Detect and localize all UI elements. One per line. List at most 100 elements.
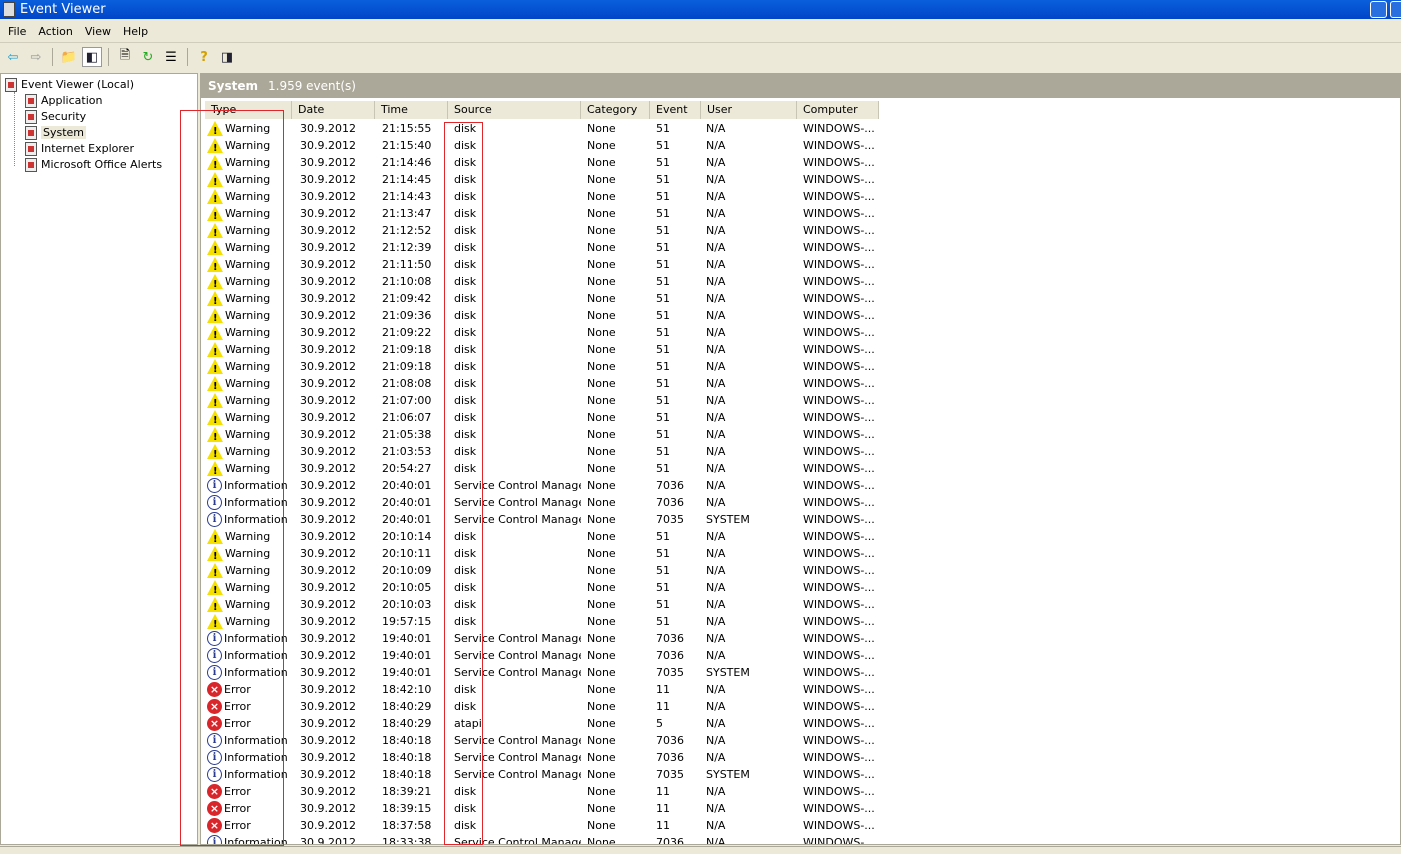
cell-category: None bbox=[587, 292, 616, 305]
cell-type: Warning bbox=[205, 120, 292, 137]
column-header-date[interactable]: Date bbox=[292, 101, 375, 119]
table-row[interactable]: i Information 30.9.2012 20:40:01 Service Con… bbox=[205, 494, 879, 511]
table-row[interactable]: i Information 30.9.2012 18:40:18 Service Con… bbox=[205, 749, 879, 766]
info-icon: i bbox=[207, 733, 222, 748]
back-icon[interactable]: ⇦ bbox=[3, 47, 23, 67]
table-row[interactable]: i Information 30.9.2012 18:40:18 Service Con… bbox=[205, 766, 879, 783]
table-row[interactable]: Warning 30.9.2012 19:57:15 disk None 51 N/A WIN… bbox=[205, 613, 879, 630]
tree-root[interactable]: Event Viewer (Local) bbox=[5, 77, 134, 93]
cell-computer: WINDOWS-... bbox=[803, 666, 875, 679]
type-label: Warning bbox=[225, 411, 271, 424]
table-row[interactable]: Warning 30.9.2012 21:12:39 disk None 51 N/A WIN… bbox=[205, 239, 879, 256]
column-header-time[interactable]: Time bbox=[375, 101, 448, 119]
show-hide-action-pane-icon[interactable]: ◨ bbox=[217, 47, 237, 67]
column-header-category[interactable]: Category bbox=[581, 101, 650, 119]
export-list-icon[interactable]: ☰ bbox=[161, 47, 181, 67]
cell-time: 21:03:53 bbox=[382, 445, 432, 458]
table-row[interactable]: Warning 30.9.2012 21:14:43 disk None 51 N/A WIN… bbox=[205, 188, 879, 205]
cell-source: Service Control Manager bbox=[454, 479, 581, 492]
table-row[interactable]: Warning 30.9.2012 21:09:36 disk None 51 N/A WIN… bbox=[205, 307, 879, 324]
column-header-source[interactable]: Source bbox=[448, 101, 581, 119]
table-row[interactable]: Warning 30.9.2012 21:07:00 disk None 51 N/A WIN… bbox=[205, 392, 879, 409]
table-row[interactable]: i Information 30.9.2012 19:40:01 Service Con… bbox=[205, 664, 879, 681]
table-row[interactable]: Warning 30.9.2012 21:09:22 disk None 51 N/A WIN… bbox=[205, 324, 879, 341]
table-row[interactable]: i Information 30.9.2012 18:40:18 Service Con… bbox=[205, 732, 879, 749]
cell-time: 21:12:39 bbox=[382, 241, 432, 254]
cell-time: 20:10:05 bbox=[382, 581, 432, 594]
warning-icon bbox=[207, 529, 223, 545]
cell-type: Warning bbox=[205, 154, 292, 171]
maximize-button[interactable] bbox=[1390, 1, 1401, 18]
menu-help[interactable]: Help bbox=[117, 21, 154, 42]
table-row[interactable]: Warning 30.9.2012 20:10:09 disk None 51 N/A WIN… bbox=[205, 562, 879, 579]
table-row[interactable]: Warning 30.9.2012 21:05:38 disk None 51 N/A WIN… bbox=[205, 426, 879, 443]
table-row[interactable]: × Error 30.9.2012 18:40:29 atapi None 5 N/A WIND… bbox=[205, 715, 879, 732]
table-row[interactable]: i Information 30.9.2012 20:40:01 Service Con… bbox=[205, 511, 879, 528]
cell-source: disk bbox=[454, 377, 477, 390]
cell-time: 20:10:11 bbox=[382, 547, 432, 560]
menu-action[interactable]: Action bbox=[32, 21, 78, 42]
table-row[interactable]: Warning 30.9.2012 21:03:53 disk None 51 N/A WIN… bbox=[205, 443, 879, 460]
type-label: Error bbox=[224, 819, 251, 832]
table-row[interactable]: i Information 30.9.2012 19:40:01 Service Con… bbox=[205, 630, 879, 647]
table-row[interactable]: × Error 30.9.2012 18:42:10 disk None 11 N/A WIND… bbox=[205, 681, 879, 698]
table-row[interactable]: Warning 30.9.2012 21:14:45 disk None 51 N/A WIN… bbox=[205, 171, 879, 188]
cell-type: × Error bbox=[205, 681, 292, 698]
cell-computer: WINDOWS-... bbox=[803, 139, 875, 152]
type-label: Warning bbox=[225, 139, 271, 152]
table-row[interactable]: i Information 30.9.2012 18:33:38 Service Con… bbox=[205, 834, 879, 844]
table-row[interactable]: × Error 30.9.2012 18:39:15 disk None 11 N/A WIND… bbox=[205, 800, 879, 817]
column-header-type[interactable]: Type bbox=[205, 101, 292, 119]
column-header-computer[interactable]: Computer bbox=[797, 101, 879, 119]
forward-icon[interactable]: ⇨ bbox=[26, 47, 46, 67]
properties-icon[interactable]: 🗎 bbox=[115, 47, 135, 67]
table-row[interactable]: Warning 30.9.2012 21:08:08 disk None 51 N/A WIN… bbox=[205, 375, 879, 392]
cell-type: Warning bbox=[205, 239, 292, 256]
tree-item-application[interactable]: Application bbox=[25, 93, 102, 109]
cell-category: None bbox=[587, 462, 616, 475]
cell-time: 19:40:01 bbox=[382, 666, 432, 679]
cell-user: N/A bbox=[706, 343, 726, 356]
table-row[interactable]: Warning 30.9.2012 21:10:08 disk None 51 N/A WIN… bbox=[205, 273, 879, 290]
minimize-button[interactable] bbox=[1370, 1, 1387, 18]
table-row[interactable]: × Error 30.9.2012 18:37:58 disk None 11 N/A WIND… bbox=[205, 817, 879, 834]
up-folder-icon[interactable]: 📁 bbox=[59, 47, 79, 67]
table-row[interactable]: Warning 30.9.2012 20:10:14 disk None 51 N/A WIN… bbox=[205, 528, 879, 545]
cell-source: disk bbox=[454, 275, 477, 288]
table-row[interactable]: Warning 30.9.2012 21:15:55 disk None 51 N/A WIN… bbox=[205, 120, 879, 137]
table-row[interactable]: Warning 30.9.2012 20:10:11 disk None 51 N/A WIN… bbox=[205, 545, 879, 562]
table-row[interactable]: Warning 30.9.2012 21:15:40 disk None 51 N/A WIN… bbox=[205, 137, 879, 154]
column-header-event[interactable]: Event bbox=[650, 101, 701, 119]
table-row[interactable]: × Error 30.9.2012 18:40:29 disk None 11 N/A WIND… bbox=[205, 698, 879, 715]
warning-icon bbox=[207, 138, 223, 154]
refresh-icon[interactable]: ↻ bbox=[138, 47, 158, 67]
show-hide-tree-icon[interactable]: ◧ bbox=[82, 47, 102, 67]
menu-file[interactable]: File bbox=[2, 21, 32, 42]
table-row[interactable]: Warning 30.9.2012 21:11:50 disk None 51 N/A WIN… bbox=[205, 256, 879, 273]
table-row[interactable]: Warning 30.9.2012 20:10:05 disk None 51 N/A WIN… bbox=[205, 579, 879, 596]
menu-view[interactable]: View bbox=[79, 21, 117, 42]
cell-source: disk bbox=[454, 156, 477, 169]
table-row[interactable]: Warning 30.9.2012 21:09:42 disk None 51 N/A WIN… bbox=[205, 290, 879, 307]
tree-item-system[interactable]: System bbox=[25, 125, 87, 141]
cell-type: Warning bbox=[205, 375, 292, 392]
cell-category: None bbox=[587, 360, 616, 373]
tree-item-internet-explorer[interactable]: Internet Explorer bbox=[25, 141, 134, 157]
table-row[interactable]: Warning 30.9.2012 21:09:18 disk None 51 N/A WIN… bbox=[205, 341, 879, 358]
table-row[interactable]: × Error 30.9.2012 18:39:21 disk None 11 N/A WIND… bbox=[205, 783, 879, 800]
cell-date: 30.9.2012 bbox=[300, 479, 356, 492]
column-header-user[interactable]: User bbox=[701, 101, 797, 119]
table-row[interactable]: Warning 30.9.2012 20:54:27 disk None 51 N/A WIN… bbox=[205, 460, 879, 477]
table-row[interactable]: Warning 30.9.2012 21:14:46 disk None 51 N/A WIN… bbox=[205, 154, 879, 171]
help-icon[interactable]: ? bbox=[194, 47, 214, 67]
cell-user: SYSTEM bbox=[706, 768, 750, 781]
tree-item-microsoft-office-alerts[interactable]: Microsoft Office Alerts bbox=[25, 157, 162, 173]
table-row[interactable]: Warning 30.9.2012 20:10:03 disk None 51 N/A WIN… bbox=[205, 596, 879, 613]
table-row[interactable]: i Information 30.9.2012 20:40:01 Service Con… bbox=[205, 477, 879, 494]
tree-item-security[interactable]: Security bbox=[25, 109, 86, 125]
table-row[interactable]: i Information 30.9.2012 19:40:01 Service Con… bbox=[205, 647, 879, 664]
table-row[interactable]: Warning 30.9.2012 21:12:52 disk None 51 N/A WIN… bbox=[205, 222, 879, 239]
table-row[interactable]: Warning 30.9.2012 21:06:07 disk None 51 N/A WIN… bbox=[205, 409, 879, 426]
table-row[interactable]: Warning 30.9.2012 21:13:47 disk None 51 N/A WIN… bbox=[205, 205, 879, 222]
table-row[interactable]: Warning 30.9.2012 21:09:18 disk None 51 N/A WIN… bbox=[205, 358, 879, 375]
